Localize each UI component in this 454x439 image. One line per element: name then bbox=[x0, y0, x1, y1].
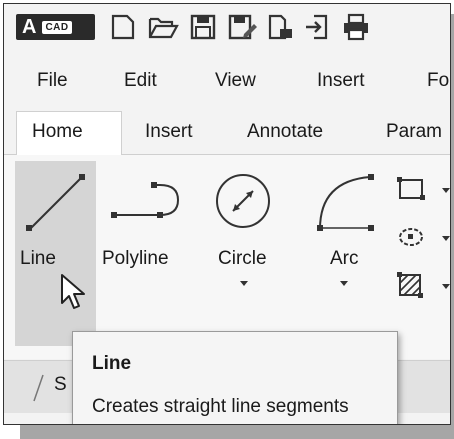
app-logo-badge: CAD bbox=[42, 20, 72, 34]
divider-icon bbox=[33, 374, 44, 402]
rectangle-icon[interactable] bbox=[396, 175, 428, 203]
import-icon[interactable] bbox=[302, 12, 334, 42]
menu-bar: File Edit View Insert Fo bbox=[4, 61, 450, 101]
app-logo-letter: A bbox=[22, 15, 37, 38]
arc-tool-label[interactable]: Arc bbox=[330, 248, 359, 270]
menu-format[interactable]: Fo bbox=[427, 70, 449, 92]
app-window: A CAD File Edit View Insert Fo Home Inse… bbox=[3, 3, 451, 425]
print-icon[interactable] bbox=[340, 12, 372, 42]
ellipse-icon[interactable] bbox=[396, 223, 428, 251]
arc-icon[interactable] bbox=[312, 169, 380, 233]
save-as-icon[interactable] bbox=[226, 12, 258, 42]
polyline-icon[interactable] bbox=[108, 175, 188, 225]
quick-access-toolbar: A CAD bbox=[4, 4, 450, 48]
circle-tool-label[interactable]: Circle bbox=[218, 248, 267, 270]
menu-view[interactable]: View bbox=[215, 70, 256, 92]
menu-edit[interactable]: Edit bbox=[124, 70, 157, 92]
ribbon-tabs: Home Insert Annotate Param bbox=[4, 111, 450, 156]
polyline-tool-label[interactable]: Polyline bbox=[102, 248, 169, 270]
circle-icon[interactable] bbox=[211, 169, 275, 233]
menu-file[interactable]: File bbox=[37, 70, 68, 92]
tab-parametric[interactable]: Param bbox=[386, 121, 442, 143]
open-folder-icon[interactable] bbox=[147, 12, 179, 42]
save-icon[interactable] bbox=[187, 12, 219, 42]
line-tool-label[interactable]: Line bbox=[20, 248, 56, 270]
circle-dropdown-icon[interactable] bbox=[240, 281, 248, 286]
new-file-icon[interactable] bbox=[107, 12, 139, 42]
menu-insert[interactable]: Insert bbox=[317, 70, 365, 92]
tab-home[interactable]: Home bbox=[32, 121, 83, 143]
tab-insert[interactable]: Insert bbox=[145, 121, 193, 143]
line-tooltip: Line Creates straight line segments bbox=[72, 331, 398, 424]
hatch-icon[interactable] bbox=[396, 271, 428, 299]
draw-panel: Line Polyline Circle Arc bbox=[4, 155, 450, 359]
mouse-cursor-icon bbox=[61, 274, 85, 309]
rectangle-dropdown-icon[interactable] bbox=[442, 188, 450, 193]
arc-dropdown-icon[interactable] bbox=[340, 281, 348, 286]
hatch-dropdown-icon[interactable] bbox=[442, 284, 450, 289]
tooltip-description: Creates straight line segments bbox=[92, 396, 349, 417]
line-icon[interactable] bbox=[22, 169, 90, 237]
frame-shadow-bottom bbox=[20, 425, 453, 439]
file-tab-label[interactable]: S bbox=[54, 374, 67, 396]
ellipse-dropdown-icon[interactable] bbox=[442, 236, 450, 241]
open-sheet-set-icon[interactable] bbox=[264, 12, 296, 42]
tooltip-title: Line bbox=[92, 353, 132, 374]
tab-annotate[interactable]: Annotate bbox=[247, 121, 323, 143]
application-button[interactable]: A CAD bbox=[16, 14, 95, 40]
